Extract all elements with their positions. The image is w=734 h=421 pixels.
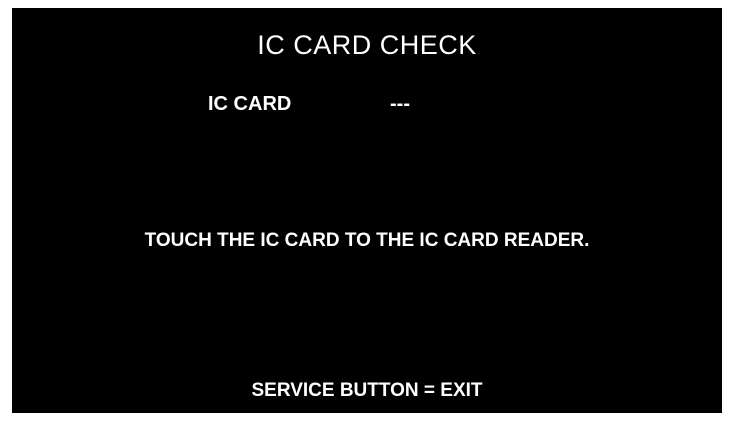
instruction-text: TOUCH THE IC CARD TO THE IC CARD READER. <box>144 230 590 251</box>
test-menu-screen: IC CARD CHECK IC CARD --- TOUCH THE IC C… <box>12 8 722 413</box>
ic-card-status-value: --- <box>390 93 410 115</box>
screen-title: IC CARD CHECK <box>257 30 477 60</box>
exit-hint: SERVICE BUTTON = EXIT <box>251 380 483 401</box>
ic-card-status-label: IC CARD <box>208 93 292 115</box>
